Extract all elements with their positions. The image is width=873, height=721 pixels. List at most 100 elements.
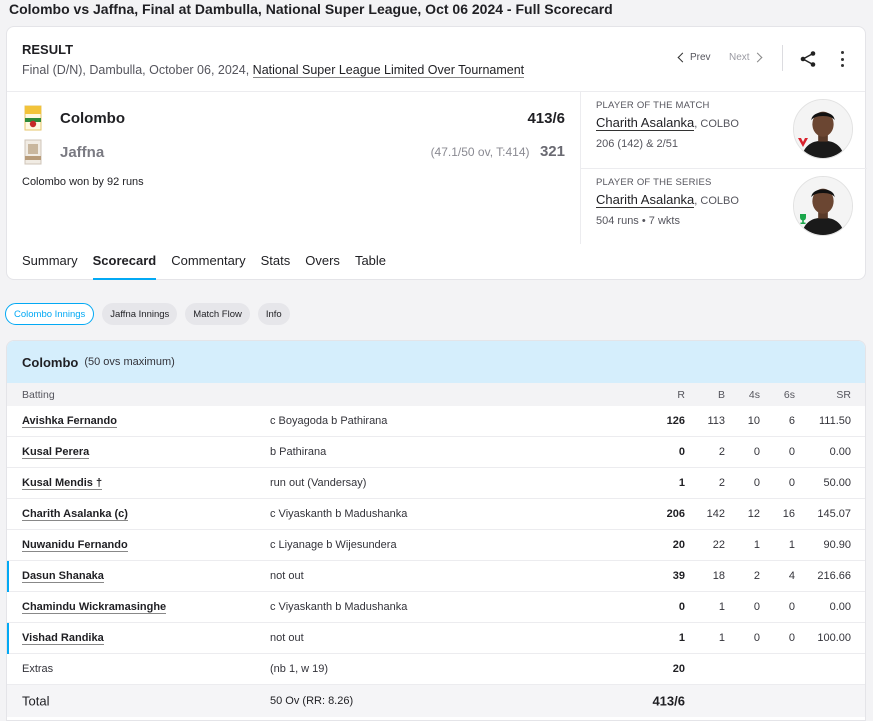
avatar[interactable] [793, 176, 853, 236]
runs: 1 [678, 477, 685, 489]
tournament-link[interactable]: National Super League Limited Over Tourn… [252, 63, 525, 78]
player-link[interactable]: Charith Asalanka [596, 115, 695, 131]
next-label: Next [729, 52, 750, 63]
teams-panel: Colombo 413/6 Jaffna (47.1/50 ov, T:414)… [7, 92, 580, 244]
fours: 0 [753, 446, 760, 458]
dismissal: c Viyaskanth b Madushanka [270, 508, 408, 520]
runs: 0 [678, 446, 685, 458]
strike-rate: 0.00 [829, 446, 851, 458]
sixes: 0 [788, 477, 795, 489]
awards-panel: PLAYER OF THE MATCH Charith Asalanka, CO… [580, 92, 867, 244]
runs: 206 [666, 508, 685, 520]
balls: 142 [706, 508, 725, 520]
batter-link[interactable]: Kusal Perera [22, 446, 90, 459]
batter-link[interactable]: Kusal Mendis † [22, 477, 103, 490]
match-award-icon [798, 138, 808, 147]
result-label: RESULT [22, 42, 74, 57]
extras-row: Extras (nb 1, w 19) 20 [7, 654, 865, 685]
balls: 2 [718, 477, 725, 489]
innings-scorecard: Colombo (50 ovs maximum) Batting R B 4s … [6, 340, 866, 721]
pill-match-flow[interactable]: Match Flow [185, 303, 250, 325]
batter-name[interactable]: Avishka Fernando [22, 415, 117, 428]
batter-name[interactable]: Vishad Randika [22, 632, 104, 645]
col-batting: Batting [22, 388, 55, 401]
extras-label: Extras [22, 663, 54, 675]
tab-summary[interactable]: Summary [22, 244, 78, 280]
sixes: 6 [788, 415, 795, 427]
pill-jaffna-innings[interactable]: Jaffna Innings [102, 303, 178, 325]
prev-match-button[interactable]: Prev [677, 52, 711, 63]
tab-table[interactable]: Table [355, 244, 386, 280]
next-match-button[interactable]: Next [729, 52, 763, 63]
team-name: Colombo [60, 109, 125, 127]
player-team: , COLBO [694, 195, 739, 207]
dismissal: b Pathirana [270, 446, 327, 458]
tab-commentary[interactable]: Commentary [171, 244, 245, 280]
sixes: 16 [782, 508, 795, 520]
batter-link[interactable]: Nuwanidu Fernando [22, 539, 128, 552]
team-row-colombo[interactable]: Colombo 413/6 [22, 104, 565, 132]
innings-max-overs: (50 ovs maximum) [84, 356, 175, 368]
table-row: Chamindu Wickramasinghe c Viyaskanth b Ma… [7, 592, 865, 623]
team-row-jaffna[interactable]: Jaffna (47.1/50 ov, T:414) 321 [22, 138, 565, 166]
result-header: RESULT Final (D/N), Dambulla, October 06… [7, 27, 865, 92]
table-row: Vishad Randika not out 1 1 0 0 100.00 [7, 623, 865, 654]
more-options-icon[interactable] [840, 51, 844, 67]
match-info-text: Final (D/N), Dambulla, October 06, 2024, [22, 63, 250, 77]
batter-name[interactable]: Kusal Perera [22, 446, 90, 459]
strike-rate: 100.00 [817, 632, 851, 644]
extras-detail: (nb 1, w 19) [270, 663, 329, 675]
strike-rate: 90.90 [823, 539, 851, 551]
batter-link[interactable]: Avishka Fernando [22, 415, 117, 428]
batter-name[interactable]: Dasun Shanaka [22, 570, 104, 583]
batter-link[interactable]: Vishad Randika [22, 632, 104, 645]
batter-name[interactable]: Charith Asalanka (c) [22, 508, 128, 521]
player-of-the-match: PLAYER OF THE MATCH Charith Asalanka, CO… [581, 92, 867, 168]
share-icon[interactable] [799, 50, 817, 68]
runs: 39 [672, 570, 685, 582]
batter-name[interactable]: Nuwanidu Fernando [22, 539, 128, 552]
batter-link[interactable]: Dasun Shanaka [22, 570, 104, 583]
batter-name[interactable]: Chamindu Wickramasinghe [22, 601, 167, 614]
total-label: Total [22, 693, 50, 709]
innings-team: Colombo [22, 354, 79, 370]
batter-link[interactable]: Charith Asalanka (c) [22, 508, 128, 521]
total-detail: 50 Ov (RR: 8.26) [270, 695, 354, 707]
extras-runs: 20 [672, 663, 685, 675]
batter-name[interactable]: Kusal Mendis † [22, 477, 103, 490]
tab-overs[interactable]: Overs [305, 244, 340, 280]
dismissal: c Liyanage b Wijesundera [270, 539, 397, 551]
balls: 18 [712, 570, 725, 582]
player-team: , COLBO [694, 118, 739, 130]
page-title: Colombo vs Jaffna, Final at Dambulla, Na… [9, 1, 613, 17]
tab-stats[interactable]: Stats [261, 244, 291, 280]
col-fours: 4s [748, 388, 760, 401]
balls: 2 [718, 446, 725, 458]
tab-scorecard[interactable]: Scorecard [92, 244, 156, 280]
sixes: 4 [788, 570, 795, 582]
match-tabs: Summary Scorecard Commentary Stats Overs… [7, 244, 865, 280]
strike-rate: 50.00 [823, 477, 851, 489]
col-strike-rate: SR [836, 388, 851, 401]
innings-header: Colombo (50 ovs maximum) [7, 341, 865, 383]
chevron-left-icon [677, 52, 688, 63]
player-link[interactable]: Charith Asalanka [596, 192, 695, 208]
avatar[interactable] [793, 99, 853, 159]
fours: 10 [747, 415, 760, 427]
table-row: Charith Asalanka (c) c Viyaskanth b Madus… [7, 499, 865, 530]
strike-rate: 216.66 [817, 570, 851, 582]
col-balls: B [717, 388, 725, 401]
balls: 113 [707, 415, 725, 427]
pill-info[interactable]: Info [257, 303, 290, 325]
batter-link[interactable]: Chamindu Wickramasinghe [22, 601, 167, 614]
sixes: 0 [788, 446, 795, 458]
dismissal: run out (Vandersay) [270, 477, 367, 489]
table-row: Nuwanidu Fernando c Liyanage b Wijesunder… [7, 530, 865, 561]
col-sixes: 6s [783, 388, 795, 401]
dismissal: not out [270, 570, 304, 582]
pill-colombo-innings[interactable]: Colombo Innings [5, 303, 95, 325]
dismissal: not out [270, 632, 304, 644]
batting-header-row: Batting R B 4s 6s SR [7, 383, 865, 406]
strike-rate: 0.00 [829, 601, 851, 613]
sixes: 0 [788, 632, 795, 644]
